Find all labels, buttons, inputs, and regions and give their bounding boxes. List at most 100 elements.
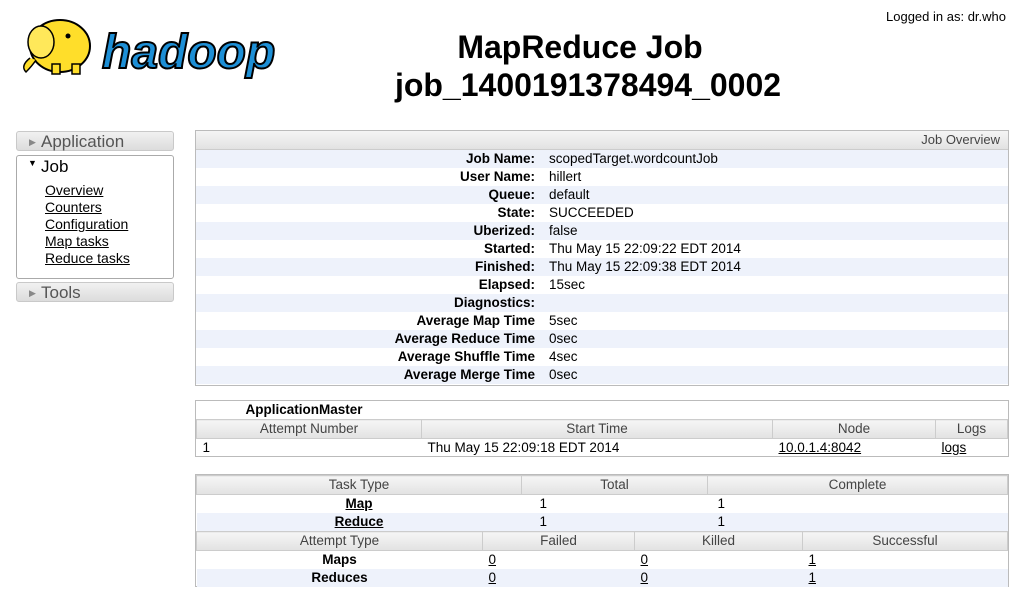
overview-key: Uberized: [473, 223, 535, 238]
task-type-map-link[interactable]: Map [346, 496, 373, 511]
sidebar-application-header[interactable]: ▶ Application [16, 131, 174, 151]
overview-value: scopedTarget.wordcountJob [549, 151, 718, 166]
overview-value: hillert [549, 169, 582, 184]
job-overview-heading: Job Overview [196, 131, 1008, 150]
page-title-job-id: job_1400191378494_0002 [394, 67, 782, 103]
table-row: Map 1 1 [197, 495, 1008, 514]
col-failed[interactable]: Failed [482, 531, 635, 551]
overview-row: State: SUCCEEDED [196, 204, 1008, 222]
job-overview-panel: Job Overview Job Name: scopedTarget.wordc… [195, 130, 1009, 386]
page-title: MapReduce Job job_1400191378494_0002 [320, 28, 840, 104]
page-title-line1: MapReduce Job [457, 29, 703, 65]
job-overview-rows: Job Name: scopedTarget.wordcountJob User … [196, 150, 1008, 384]
col-total[interactable]: Total [521, 475, 708, 495]
overview-value: Thu May 15 22:09:22 EDT 2014 [549, 241, 741, 256]
col-complete[interactable]: Complete [707, 475, 1008, 495]
col-attempt-number[interactable]: Attempt Number [196, 419, 422, 439]
table-row: 1 Thu May 15 22:09:18 EDT 2014 10.0.1.4:… [197, 439, 1008, 458]
application-master-table: ApplicationMaster Attempt Number Start T… [196, 401, 1008, 457]
application-master-panel: ApplicationMaster Attempt Number Start T… [195, 400, 1009, 457]
overview-row: Average Merge Time 0sec [196, 366, 1008, 384]
sidebar-item-overview[interactable]: Overview [45, 182, 103, 198]
job-links: Overview Counters Configuration Map task… [45, 182, 130, 267]
attempt-type-table: Attempt Type Failed Killed Successful Ma… [196, 531, 1008, 587]
reduces-killed-link[interactable]: 0 [641, 570, 649, 585]
overview-key: Average Reduce Time [394, 331, 535, 346]
maps-successful-link[interactable]: 1 [809, 552, 817, 567]
sidebar-item-reduce-tasks[interactable]: Reduce tasks [45, 250, 130, 266]
reduces-failed-link[interactable]: 0 [489, 570, 497, 585]
overview-key: Average Map Time [416, 313, 535, 328]
task-type-reduce-link[interactable]: Reduce [335, 514, 384, 529]
reduce-total: 1 [539, 514, 548, 529]
col-successful[interactable]: Successful [802, 531, 1008, 551]
overview-value: SUCCEEDED [549, 205, 634, 220]
overview-row: Average Map Time 5sec [196, 312, 1008, 330]
sidebar-job-label[interactable]: Job [41, 157, 68, 177]
overview-value: 15sec [549, 277, 586, 292]
node-link[interactable]: 10.0.1.4:8042 [779, 440, 862, 455]
table-row: Reduce 1 1 [196, 513, 1008, 531]
overview-key: State: [497, 205, 535, 220]
overview-row: Job Name: scopedTarget.wordcountJob [196, 150, 1008, 168]
chevron-down-icon: ▼ [28, 158, 37, 168]
overview-key: Elapsed: [478, 277, 535, 292]
maps-failed-link[interactable]: 0 [489, 552, 497, 567]
overview-value: 0sec [549, 367, 578, 382]
overview-key: User Name: [459, 169, 535, 184]
overview-row: Average Reduce Time 0sec [196, 330, 1008, 348]
overview-key: Job Name: [465, 151, 535, 166]
overview-row: Elapsed: 15sec [196, 276, 1008, 294]
task-type-table: Task Type Total Complete Map 1 1 Reduce … [196, 475, 1008, 531]
map-total: 1 [539, 496, 548, 511]
logo-wordmark: hadoop [102, 26, 275, 79]
overview-value: 5sec [549, 313, 578, 328]
overview-row: Started: Thu May 15 22:09:22 EDT 2014 [196, 240, 1008, 258]
chevron-right-icon: ▶ [29, 137, 36, 147]
col-logs[interactable]: Logs [935, 419, 1008, 439]
sidebar-tools-header[interactable]: ▶ Tools [16, 282, 174, 302]
sidebar-job-section: ▼ Job Overview Counters Configuration Ma… [16, 155, 174, 279]
logs-link[interactable]: logs [942, 440, 967, 455]
overview-value: default [549, 187, 590, 202]
overview-row: Finished: Thu May 15 22:09:38 EDT 2014 [196, 258, 1008, 276]
logged-in-status: Logged in as: dr.who [886, 9, 1006, 24]
overview-key: Average Merge Time [403, 367, 535, 382]
table-row: Maps 0 0 1 [197, 551, 1008, 570]
overview-key: Average Shuffle Time [397, 349, 535, 364]
overview-row: Uberized: false [196, 222, 1008, 240]
application-master-title: ApplicationMaster [245, 402, 363, 417]
overview-value: 0sec [549, 331, 578, 346]
attempt-type-reduces: Reduces [311, 570, 368, 585]
col-attempt-type[interactable]: Attempt Type [196, 531, 483, 551]
sidebar-item-map-tasks[interactable]: Map tasks [45, 233, 109, 249]
col-task-type[interactable]: Task Type [196, 475, 522, 495]
tasks-panel: Task Type Total Complete Map 1 1 Reduce … [195, 474, 1009, 587]
overview-value: 4sec [549, 349, 578, 364]
start-time: Thu May 15 22:09:18 EDT 2014 [427, 440, 620, 455]
col-killed[interactable]: Killed [634, 531, 803, 551]
sidebar-application-label: Application [41, 132, 125, 151]
maps-killed-link[interactable]: 0 [641, 552, 649, 567]
overview-row: Average Shuffle Time 4sec [196, 348, 1008, 366]
overview-key: Queue: [488, 187, 535, 202]
reduce-complete: 1 [717, 514, 726, 529]
chevron-right-icon: ▶ [29, 288, 36, 298]
sidebar-item-counters[interactable]: Counters [45, 199, 102, 215]
overview-key: Finished: [475, 259, 535, 274]
attempt-number: 1 [202, 440, 211, 455]
table-row: Reduces 0 0 1 [196, 569, 1008, 587]
map-complete: 1 [717, 496, 726, 511]
attempt-type-maps: Maps [322, 552, 357, 567]
overview-value: Thu May 15 22:09:38 EDT 2014 [549, 259, 741, 274]
sidebar-item-configuration[interactable]: Configuration [45, 216, 128, 232]
col-start-time[interactable]: Start Time [421, 419, 773, 439]
hadoop-logo: hadoop [16, 8, 316, 80]
sidebar-tools-label: Tools [41, 283, 81, 302]
overview-row: Diagnostics: [196, 294, 1008, 312]
overview-value: false [549, 223, 578, 238]
col-node[interactable]: Node [772, 419, 936, 439]
overview-row: User Name: hillert [196, 168, 1008, 186]
overview-key: Diagnostics: [453, 295, 535, 310]
reduces-successful-link[interactable]: 1 [809, 570, 817, 585]
